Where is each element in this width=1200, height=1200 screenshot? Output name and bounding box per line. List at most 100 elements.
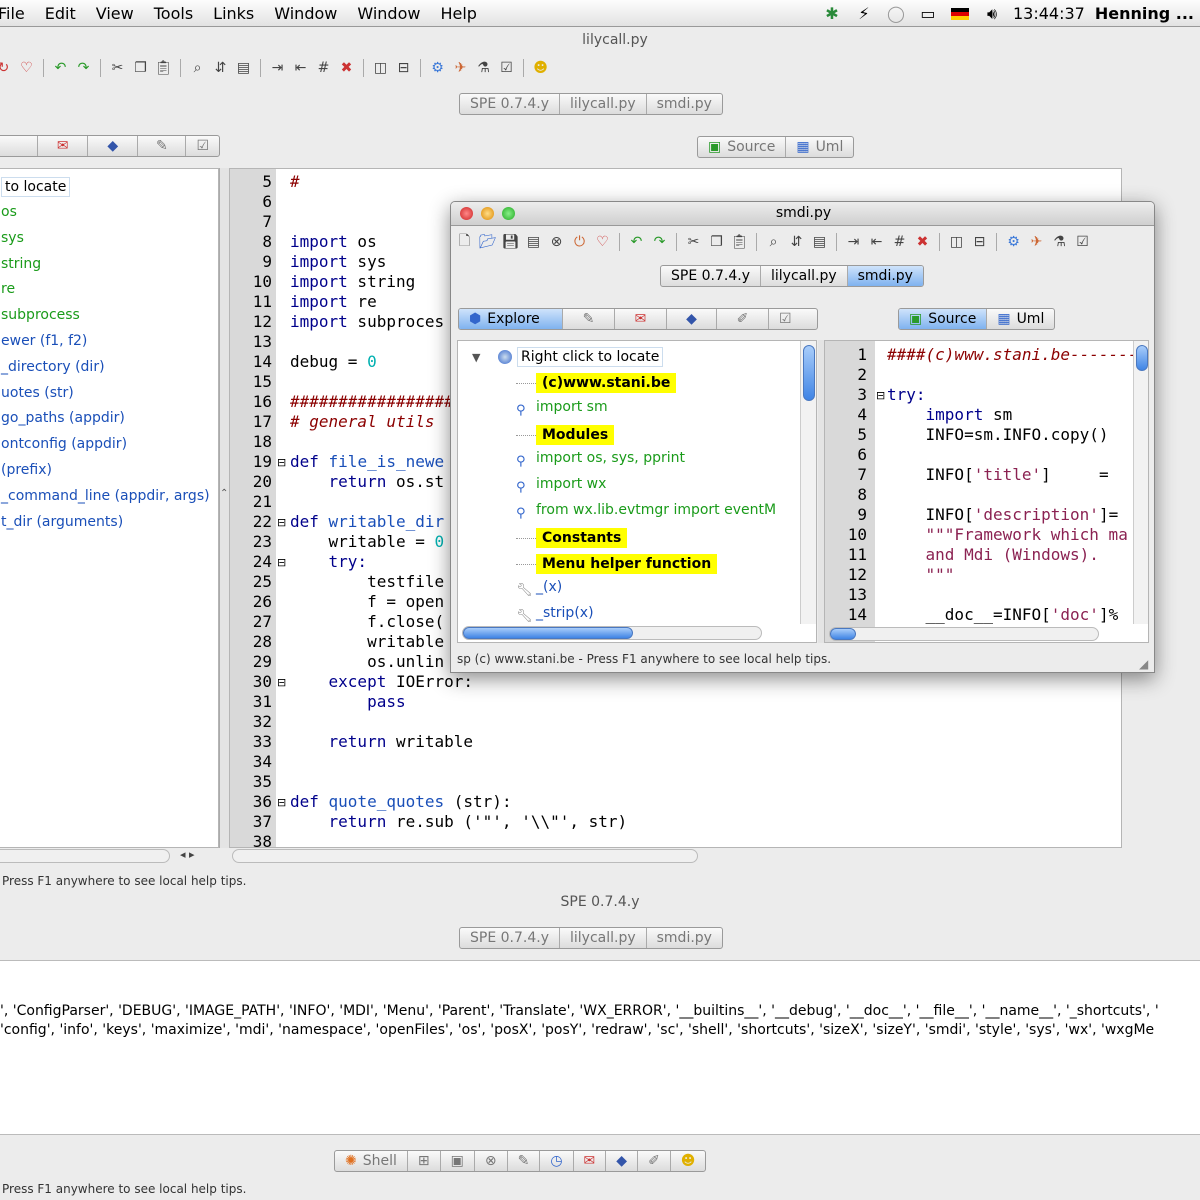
reload-icon[interactable]: ↻ <box>0 58 13 77</box>
tab-todo[interactable]: ✉ <box>615 309 667 329</box>
open-icon[interactable]: 📂︎ <box>478 232 497 251</box>
tab-source[interactable]: ▣ Source <box>698 137 787 157</box>
tree-vscroll-thumb[interactable] <box>803 345 815 401</box>
tree-item[interactable]: from wx.lib.evtmgr import eventM <box>536 502 776 518</box>
tab-smdi[interactable]: smdi.py <box>647 928 722 948</box>
split-vertical-icon[interactable]: ◫ <box>947 232 966 251</box>
tab-recent[interactable]: ◷ <box>540 1151 574 1171</box>
tab-locals[interactable]: ⊞ <box>408 1151 441 1171</box>
tab-find[interactable]: ⊗ <box>475 1151 508 1171</box>
tab-index[interactable]: ◆ <box>88 136 139 156</box>
flag-icon[interactable] <box>949 5 971 23</box>
uncomment-icon[interactable]: ✖ <box>337 58 356 77</box>
editor-vscrollbar[interactable] <box>1133 341 1148 624</box>
split-vertical-icon[interactable]: ◫ <box>371 58 390 77</box>
tab-spe[interactable]: SPE 0.7.4.y <box>460 928 560 948</box>
clock[interactable]: 13:44:37 <box>1013 4 1085 23</box>
favorite-icon[interactable]: ♡ <box>593 232 612 251</box>
fold-marker-icon[interactable]: ⊟ <box>277 456 286 469</box>
fold-marker-icon[interactable]: ⊟ <box>876 389 885 402</box>
search-icon[interactable]: ⌕ <box>188 58 207 77</box>
tab-shell[interactable]: ✺ Shell <box>335 1151 408 1171</box>
sidebar-hscrollbar[interactable] <box>0 849 170 863</box>
copy-icon[interactable]: ❐ <box>131 58 150 77</box>
tree-item[interactable]: import sm <box>536 399 608 415</box>
shell-output[interactable]: ', 'ConfigParser', 'DEBUG', 'IMAGE_PATH'… <box>0 960 1200 1135</box>
dedent-icon[interactable]: ⇤ <box>867 232 886 251</box>
menu-tools[interactable]: Tools <box>144 4 203 23</box>
indent-icon[interactable]: ⇥ <box>844 232 863 251</box>
menu-links[interactable]: Links <box>203 4 264 23</box>
debug-icon[interactable]: ✈ <box>1027 232 1046 251</box>
tab-notes[interactable]: ✎ <box>138 136 187 156</box>
comment-icon[interactable]: # <box>314 58 333 77</box>
scroll-arrows-icon[interactable]: ◂ ▸ <box>180 848 195 861</box>
menu-edit[interactable]: Edit <box>35 4 86 23</box>
plant-icon[interactable]: ✱ <box>821 4 843 23</box>
tab-source[interactable]: ▣ Source <box>899 309 988 329</box>
splitter-handle-icon[interactable]: ⌃ <box>220 488 228 499</box>
tree-root-label[interactable]: to locate <box>1 177 71 197</box>
split-horizontal-icon[interactable]: ⊟ <box>970 232 989 251</box>
fold-marker-icon[interactable]: ⊟ <box>277 556 286 569</box>
paste-icon[interactable]: 📋︎ <box>154 58 173 77</box>
run-icon[interactable]: ⚙ <box>428 58 447 77</box>
tree-item[interactable]: Modules <box>536 424 615 445</box>
tree-item[interactable]: subprocess <box>1 307 80 323</box>
dedent-icon[interactable]: ⇤ <box>291 58 310 77</box>
undo-icon[interactable]: ↶ <box>51 58 70 77</box>
save-icon[interactable]: 💾︎ <box>501 232 520 251</box>
tab-check[interactable]: ☑ <box>769 309 802 329</box>
tab-browser[interactable]: ✎ <box>563 309 615 329</box>
tree-hscroll-thumb[interactable] <box>463 627 633 639</box>
tab-uml[interactable]: ▦ Uml <box>987 309 1054 329</box>
tree-item[interactable]: sys <box>1 230 24 246</box>
browse-icon[interactable]: ▤ <box>234 58 253 77</box>
smdi-editor[interactable]: 1 2 3 4 5 6 7 8 9 10 11 12 13 14 ####(c)www.stani.be-… <box>824 340 1149 643</box>
tree-item[interactable]: os <box>1 204 17 220</box>
tree-vscrollbar[interactable] <box>800 341 816 624</box>
tree-item[interactable]: uotes (str) <box>1 385 74 401</box>
checkbox-icon[interactable]: ☑ <box>497 58 516 77</box>
volume-icon[interactable]: 🔊︎ <box>981 4 1003 23</box>
copy-icon[interactable]: ❐ <box>707 232 726 251</box>
tree-item[interactable]: re <box>1 281 15 297</box>
close-file-icon[interactable]: ⊗ <box>547 232 566 251</box>
tab-spe[interactable]: SPE 0.7.4.y <box>460 94 560 114</box>
smiley-icon[interactable]: ☻ <box>531 58 550 77</box>
checkbox-icon[interactable]: ☑ <box>1073 232 1092 251</box>
tree-item[interactable]: import wx <box>536 476 606 492</box>
search-icon[interactable]: ⌕ <box>764 232 783 251</box>
tab-notes[interactable]: ✐ <box>638 1151 671 1171</box>
indent-icon[interactable]: ⇥ <box>268 58 287 77</box>
undo-icon[interactable]: ↶ <box>627 232 646 251</box>
menu-view[interactable]: View <box>86 4 144 23</box>
splitter[interactable] <box>219 168 229 848</box>
power-icon[interactable]: ⏻ <box>570 232 589 251</box>
uncomment-icon[interactable]: ✖ <box>913 232 932 251</box>
run-icon[interactable]: ⚙ <box>1004 232 1023 251</box>
tab-smdi[interactable]: smdi.py <box>847 266 923 286</box>
new-file-icon[interactable]: 🗋︎ <box>455 232 474 251</box>
comment-icon[interactable]: # <box>890 232 909 251</box>
editor-hscroll-thumb[interactable] <box>830 628 856 640</box>
editor-hscrollbar[interactable] <box>829 627 1099 641</box>
tree-item[interactable]: _command_line (appdir, args) <box>1 488 210 504</box>
tab-lilycall[interactable]: lilycall.py <box>560 928 647 948</box>
tree-item[interactable]: ontconfig (appdir) <box>1 436 127 452</box>
menu-help[interactable]: Help <box>430 4 486 23</box>
redo-icon[interactable]: ↷ <box>650 232 669 251</box>
tab-smdi[interactable]: smdi.py <box>647 94 722 114</box>
tree-root-label[interactable]: Right click to locate <box>517 347 664 367</box>
cut-icon[interactable]: ✂ <box>684 232 703 251</box>
tree-item[interactable]: _(x) <box>536 579 562 595</box>
smdi-titlebar[interactable]: smdi.py <box>451 202 1154 226</box>
tab-lilycall[interactable]: lilycall.py <box>560 94 647 114</box>
tab-uml[interactable]: ▦ Uml <box>786 137 853 157</box>
tab-index[interactable]: ◆ <box>667 309 717 329</box>
redo-icon[interactable]: ↷ <box>74 58 93 77</box>
menu-window-2[interactable]: Window <box>347 4 430 23</box>
check-icon[interactable]: ⚗ <box>1050 232 1069 251</box>
resize-grip-icon[interactable]: ◢ <box>1139 657 1148 671</box>
tab-check[interactable]: ☑ <box>186 136 219 156</box>
